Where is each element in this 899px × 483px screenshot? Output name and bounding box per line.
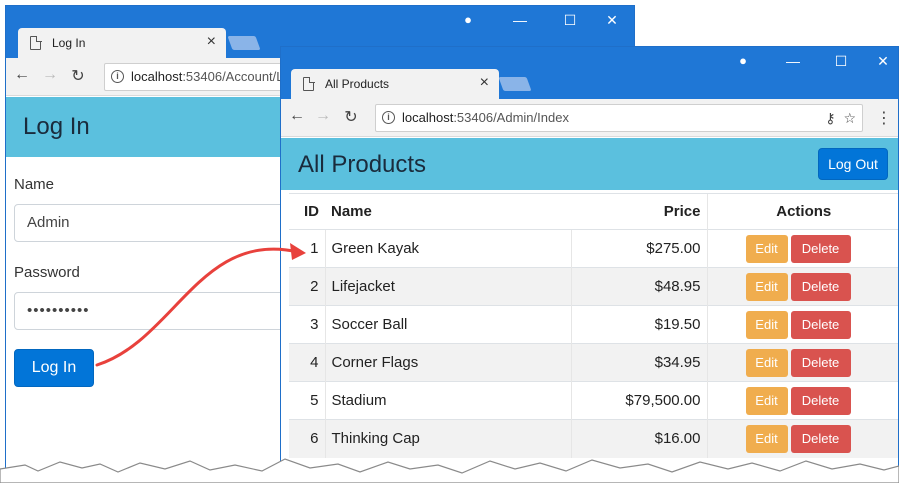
minimize-icon[interactable]: —	[783, 53, 803, 69]
url-path: :53406/Admin/Index	[453, 110, 569, 125]
logout-button[interactable]: Log Out	[818, 148, 888, 180]
row-id: 2	[289, 267, 325, 306]
table-row: 1 Green Kayak $275.00 Edit Delete	[289, 229, 898, 268]
row-actions: Edit Delete	[706, 305, 898, 344]
edit-button[interactable]: Edit	[745, 386, 788, 415]
row-price: $16.00	[570, 419, 707, 458]
edit-button[interactable]: Edit	[745, 424, 788, 453]
title-bar: All Products × ● — ☐ ✕	[281, 47, 898, 99]
new-tab-button[interactable]	[498, 77, 532, 91]
row-id: 4	[289, 343, 325, 382]
document-icon	[303, 76, 315, 91]
row-name: Soccer Ball	[324, 305, 571, 344]
reload-icon[interactable]: ↻	[341, 107, 361, 127]
delete-button[interactable]: Delete	[790, 386, 851, 415]
star-icon[interactable]: ☆	[843, 110, 856, 126]
column-header-price: Price	[571, 193, 707, 230]
row-price: $275.00	[570, 229, 707, 268]
row-price: $79,500.00	[570, 381, 707, 420]
delete-button[interactable]: Delete	[790, 424, 851, 453]
name-label: Name	[14, 176, 55, 193]
delete-button[interactable]: Delete	[790, 234, 851, 263]
row-id: 6	[289, 419, 325, 458]
info-icon[interactable]: i	[111, 70, 124, 83]
tab-title: All Products	[325, 77, 390, 91]
page-title: Log In	[23, 113, 90, 140]
user-circle-icon[interactable]: ●	[458, 12, 478, 27]
vertical-dots-icon[interactable]: ⋮	[876, 108, 892, 128]
back-arrow-icon[interactable]: ←	[12, 66, 32, 84]
column-header-name: Name	[325, 193, 571, 230]
password-label: Password	[14, 264, 80, 281]
tab-close-icon[interactable]: ×	[207, 33, 216, 51]
close-icon[interactable]: ✕	[602, 12, 622, 29]
table-row: 3 Soccer Ball $19.50 Edit Delete	[289, 305, 898, 344]
row-actions: Edit Delete	[706, 381, 898, 420]
new-tab-button[interactable]	[227, 36, 261, 50]
page-header: All Products Log Out	[281, 138, 898, 190]
row-name: Lifejacket	[324, 267, 571, 306]
row-name: Corner Flags	[324, 343, 571, 382]
column-header-id: ID	[289, 193, 325, 230]
maximize-icon[interactable]: ☐	[831, 53, 851, 70]
row-price: $34.95	[570, 343, 707, 382]
forward-arrow-icon[interactable]: →	[40, 66, 60, 84]
tab-title: Log In	[52, 36, 86, 50]
row-name: Stadium	[324, 381, 571, 420]
tab-close-icon[interactable]: ×	[480, 74, 489, 92]
row-actions: Edit Delete	[706, 343, 898, 382]
edit-button[interactable]: Edit	[745, 272, 788, 301]
maximize-icon[interactable]: ☐	[560, 12, 580, 29]
row-actions: Edit Delete	[706, 419, 898, 458]
url-host: localhost	[402, 110, 454, 125]
back-arrow-icon[interactable]: ←	[287, 107, 307, 125]
document-icon	[30, 35, 42, 50]
column-header-actions: Actions	[706, 193, 898, 230]
row-id: 5	[289, 381, 325, 420]
row-actions: Edit Delete	[706, 267, 898, 306]
edit-button[interactable]: Edit	[745, 310, 788, 339]
close-icon[interactable]: ✕	[873, 53, 893, 70]
delete-button[interactable]: Delete	[790, 272, 851, 301]
reload-icon[interactable]: ↻	[68, 66, 88, 86]
table-row: 4 Corner Flags $34.95 Edit Delete	[289, 343, 898, 382]
row-name: Thinking Cap	[324, 419, 571, 458]
info-icon[interactable]: i	[382, 111, 395, 124]
edit-button[interactable]: Edit	[745, 348, 788, 377]
tab-log-in[interactable]: Log In ×	[18, 28, 226, 58]
row-name: Green Kayak	[324, 229, 571, 268]
key-icon[interactable]: ⚷	[825, 110, 835, 126]
tab-all-products[interactable]: All Products ×	[291, 69, 499, 99]
table-header-row: ID Name Price Actions	[289, 193, 898, 230]
url-host: localhost	[131, 69, 183, 84]
table-row: 6 Thinking Cap $16.00 Edit Delete	[289, 419, 898, 458]
delete-button[interactable]: Delete	[790, 310, 851, 339]
login-button[interactable]: Log In	[14, 349, 94, 387]
table-row: 2 Lifejacket $48.95 Edit Delete	[289, 267, 898, 306]
minimize-icon[interactable]: —	[510, 12, 530, 28]
delete-button[interactable]: Delete	[790, 348, 851, 377]
row-id: 1	[289, 229, 325, 268]
edit-button[interactable]: Edit	[745, 234, 788, 263]
forward-arrow-icon[interactable]: →	[313, 107, 333, 125]
table-row: 5 Stadium $79,500.00 Edit Delete	[289, 381, 898, 420]
row-price: $19.50	[570, 305, 707, 344]
row-price: $48.95	[570, 267, 707, 306]
admin-browser-window: All Products × ● — ☐ ✕ ← → ↻ i localhost…	[280, 46, 899, 483]
user-circle-icon[interactable]: ●	[733, 53, 753, 68]
row-id: 3	[289, 305, 325, 344]
page-title: All Products	[298, 151, 427, 178]
browser-toolbar: ← → ↻ i localhost:53406/Admin/Index ⚷ ☆ …	[281, 99, 898, 137]
row-actions: Edit Delete	[706, 229, 898, 268]
address-bar[interactable]: i localhost:53406/Admin/Index ⚷ ☆	[375, 104, 863, 132]
products-table: ID Name Price Actions 1 Green Kayak $275.0…	[289, 193, 898, 458]
